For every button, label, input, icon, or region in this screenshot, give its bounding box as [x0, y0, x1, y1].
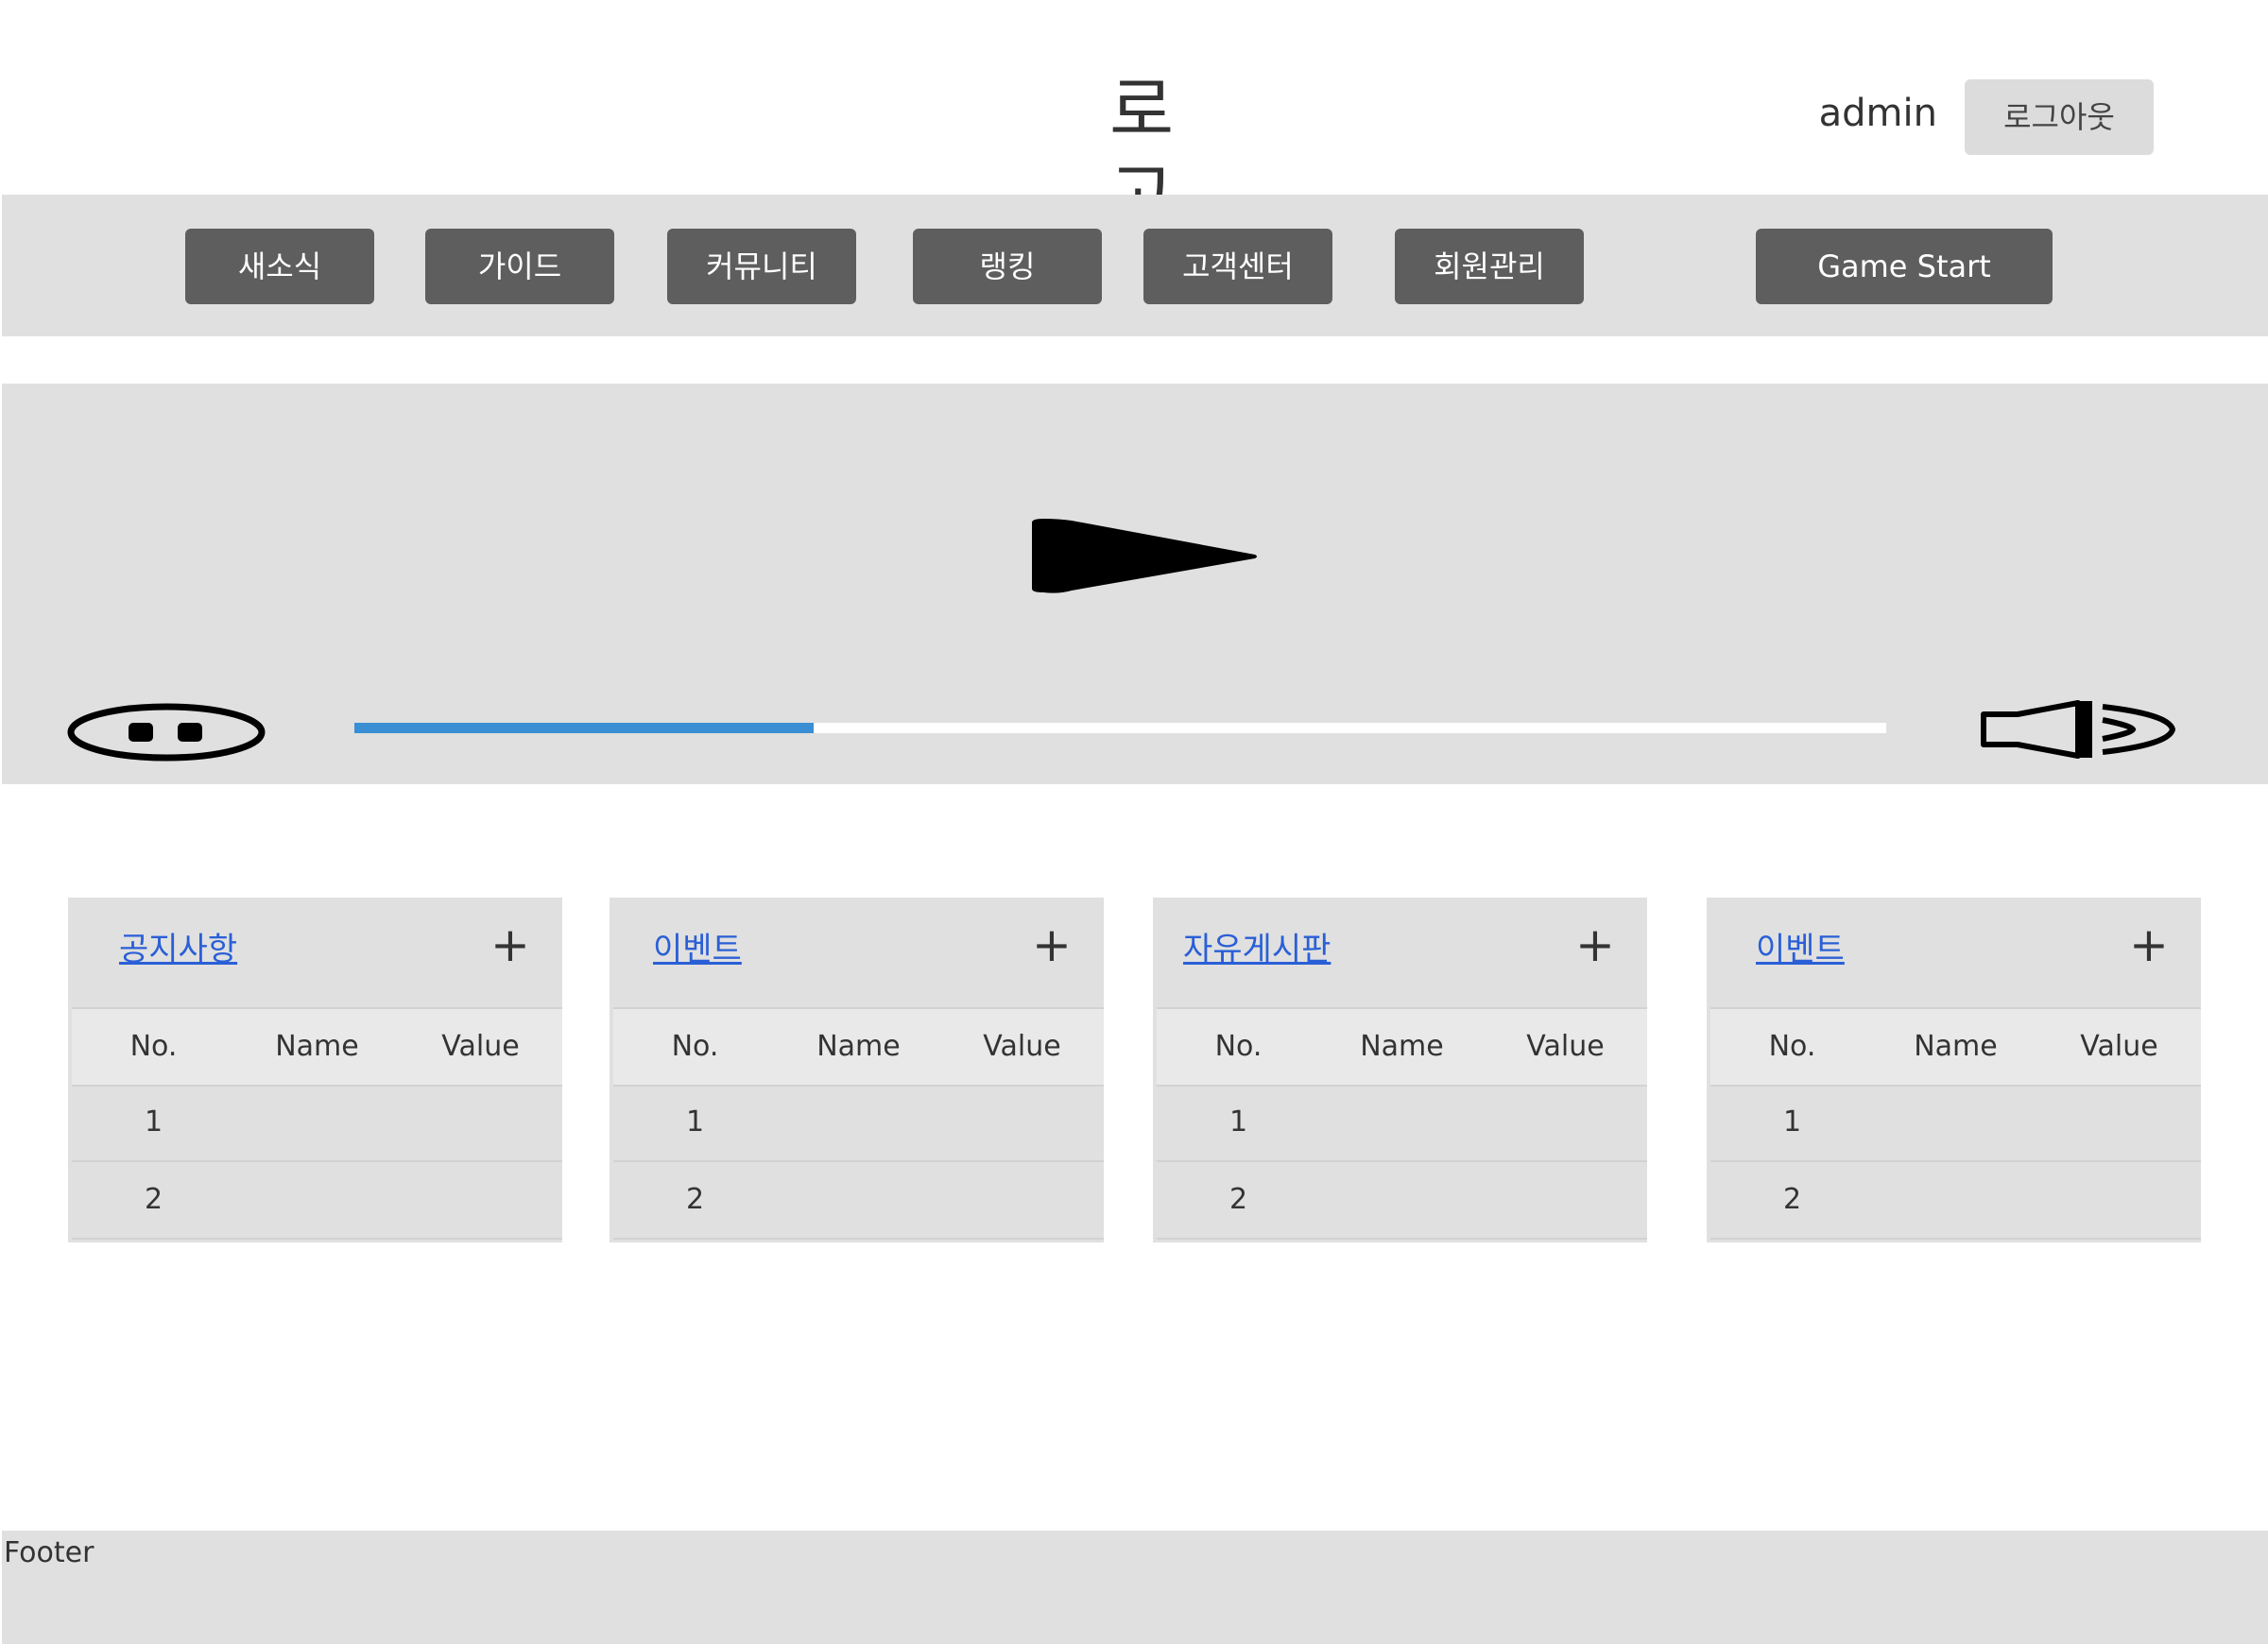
board-title-link[interactable]: 자유게시판	[1183, 926, 1331, 973]
cell-name	[1874, 1085, 2037, 1160]
cell-value	[1484, 1085, 1647, 1160]
table-row[interactable]: 1	[1710, 1085, 2201, 1162]
cell-value	[399, 1162, 562, 1238]
column-header-name: Name	[1360, 1030, 1444, 1063]
column-header-name: Name	[275, 1030, 359, 1063]
table-header: No. Name Value	[1157, 1007, 1647, 1087]
table-row[interactable]: 2	[613, 1162, 1104, 1240]
cell-no: 1	[1228, 1105, 1248, 1139]
logo[interactable]: 로고	[1077, 68, 1206, 236]
table-row[interactable]: 1	[1157, 1085, 1647, 1162]
column-header-value: Value	[441, 1030, 520, 1063]
plus-icon[interactable]: +	[487, 918, 534, 971]
cell-no: 2	[144, 1183, 163, 1216]
nav-item-ranking[interactable]: 랭킹	[913, 229, 1102, 304]
cell-value	[940, 1085, 1104, 1160]
cell-no: 2	[685, 1183, 705, 1216]
nav-bar: 새소식 가이드 커뮤니티 랭킹 고객센터 회원관리 Game Start	[2, 195, 2268, 336]
cell-name	[235, 1085, 399, 1160]
cell-no: 1	[685, 1105, 705, 1139]
logout-button[interactable]: 로그아웃	[1965, 79, 2154, 155]
column-header-no: No.	[1214, 1030, 1263, 1063]
table-header: No. Name Value	[72, 1007, 562, 1087]
plus-icon[interactable]: +	[1028, 918, 1075, 971]
cell-value	[940, 1162, 1104, 1238]
pause-icon[interactable]	[66, 701, 266, 763]
footer-label: Footer	[4, 1536, 94, 1569]
column-header-no: No.	[1768, 1030, 1816, 1063]
cell-value	[399, 1085, 562, 1160]
cell-name	[1320, 1085, 1484, 1160]
footer: Footer	[2, 1531, 2268, 1644]
cell-name	[235, 1162, 399, 1238]
nav-item-community[interactable]: 커뮤니티	[667, 229, 856, 304]
progress-bar[interactable]	[354, 723, 1886, 733]
plus-icon[interactable]: +	[1572, 918, 1619, 971]
column-header-no: No.	[129, 1030, 178, 1063]
board-card-event-2: 이벤트 + No. Name Value 1 2	[1707, 898, 2201, 1242]
nav-item-members[interactable]: 회원관리	[1395, 229, 1584, 304]
column-header-name: Name	[816, 1030, 901, 1063]
cell-no: 2	[1228, 1183, 1248, 1216]
username: admin	[1818, 92, 1937, 135]
cell-name	[777, 1162, 940, 1238]
board-card-free: 자유게시판 + No. Name Value 1 2	[1153, 898, 1647, 1242]
table-row[interactable]: 2	[1157, 1162, 1647, 1240]
board-card-event: 이벤트 + No. Name Value 1 2	[610, 898, 1104, 1242]
column-header-value: Value	[1526, 1030, 1605, 1063]
cell-no: 1	[1782, 1105, 1802, 1139]
table-header: No. Name Value	[613, 1007, 1104, 1087]
table-row[interactable]: 1	[613, 1085, 1104, 1162]
table-row[interactable]: 2	[1710, 1162, 2201, 1240]
table-header: No. Name Value	[1710, 1007, 2201, 1087]
cell-name	[777, 1085, 940, 1160]
progress-fill	[354, 723, 815, 733]
cell-name	[1874, 1162, 2037, 1238]
cell-name	[1320, 1162, 1484, 1238]
board-card-notice: 공지사항 + No. Name Value 1 2	[68, 898, 562, 1242]
nav-item-news[interactable]: 새소식	[185, 229, 374, 304]
column-header-name: Name	[1914, 1030, 1998, 1063]
table-row[interactable]: 2	[72, 1162, 562, 1240]
board-title-link[interactable]: 이벤트	[653, 926, 742, 973]
game-start-button[interactable]: Game Start	[1756, 229, 2053, 304]
column-header-value: Value	[983, 1030, 1061, 1063]
volume-icon[interactable]	[1980, 699, 2180, 760]
cell-no: 2	[1782, 1183, 1802, 1216]
nav-item-support[interactable]: 고객센터	[1143, 229, 1332, 304]
plus-icon[interactable]: +	[2125, 918, 2173, 971]
cell-no: 1	[144, 1105, 163, 1139]
cell-value	[2037, 1085, 2201, 1160]
board-title-link[interactable]: 이벤트	[1756, 926, 1845, 973]
column-header-value: Value	[2080, 1030, 2158, 1063]
play-icon[interactable]	[1030, 519, 1257, 594]
column-header-no: No.	[671, 1030, 719, 1063]
cell-value	[1484, 1162, 1647, 1238]
nav-item-guide[interactable]: 가이드	[425, 229, 614, 304]
table-row[interactable]: 1	[72, 1085, 562, 1162]
board-title-link[interactable]: 공지사항	[119, 926, 237, 973]
cell-value	[2037, 1162, 2201, 1238]
